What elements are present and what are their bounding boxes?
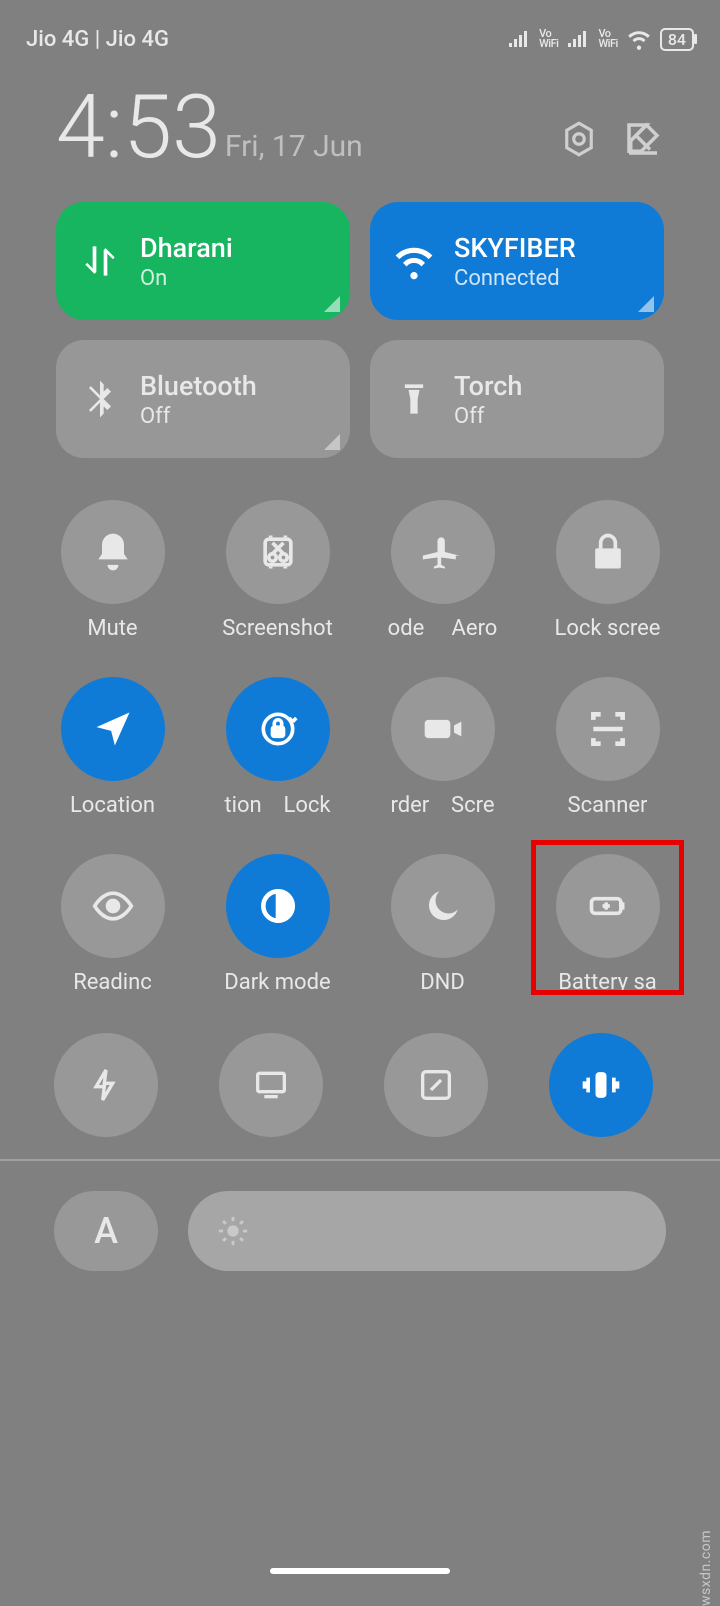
bell-icon [91, 530, 135, 574]
dnd-toggle[interactable]: DND [384, 854, 501, 995]
wifi-icon [392, 239, 436, 283]
mobile-data-tile[interactable]: Dharani On [56, 202, 350, 320]
rotate-lock-icon [256, 707, 300, 751]
tile-sub: Off [140, 404, 257, 429]
floating-window-toggle[interactable] [384, 1033, 488, 1137]
tile-title: Bluetooth [140, 370, 257, 402]
toggle-label: Battery sa [558, 970, 657, 995]
tile-title: SKYFIBER [454, 232, 576, 264]
lock-icon [586, 530, 630, 574]
clock-date: Fri, 17 Jun [225, 129, 363, 172]
wifi-icon [626, 26, 652, 52]
scanner-toggle[interactable]: Scanner [549, 677, 666, 818]
mute-toggle[interactable]: Mute [54, 500, 171, 641]
expand-icon[interactable] [324, 434, 340, 450]
tile-sub: Connected [454, 266, 576, 291]
toggle-label: DND [420, 970, 465, 995]
battery-text: 84 [668, 30, 686, 49]
toggle-label: Lock scree [555, 616, 661, 641]
cast-toggle[interactable] [219, 1033, 323, 1137]
power-toggle[interactable] [54, 1033, 158, 1137]
location-toggle[interactable]: Location [54, 677, 171, 818]
location-icon [91, 707, 135, 751]
airplane-icon [421, 530, 465, 574]
brightness-slider[interactable] [188, 1191, 666, 1271]
scanner-icon [586, 707, 630, 751]
expand-icon[interactable] [638, 296, 654, 312]
tile-title: Dharani [140, 232, 233, 264]
expand-icon[interactable] [324, 296, 340, 312]
moon-icon [421, 884, 465, 928]
monitor-icon [251, 1065, 291, 1105]
signal-icon-2 [566, 27, 590, 51]
mobile-data-icon [78, 239, 122, 283]
auto-brightness-label: A [94, 1210, 118, 1252]
toggle-label: Location [70, 793, 155, 818]
wifi-tile[interactable]: SKYFIBER Connected [370, 202, 664, 320]
airplane-toggle[interactable]: ode Aero [384, 500, 501, 641]
screenshot-toggle[interactable]: Screenshot [219, 500, 336, 641]
clock-time: 4:53 [56, 84, 221, 172]
settings-icon[interactable] [558, 118, 600, 164]
battery-indicator: 84 [660, 28, 694, 51]
bolt-icon [86, 1065, 126, 1105]
toggle-label: Readinc [73, 970, 152, 995]
vibrate-toggle[interactable] [549, 1033, 653, 1137]
toggle-label: Mute [87, 616, 137, 641]
battery-saver-toggle[interactable]: Battery sa [549, 854, 666, 995]
brightness-icon [216, 1214, 250, 1248]
battery-plus-icon [586, 884, 630, 928]
screen-recorder-toggle[interactable]: rder Scre [384, 677, 501, 818]
vibrate-icon [579, 1063, 623, 1107]
auto-rotate-lock-toggle[interactable]: tion Lock [219, 677, 336, 818]
window-icon [416, 1065, 456, 1105]
video-icon [421, 707, 465, 751]
toggle-label: Screenshot [222, 616, 333, 641]
reading-mode-toggle[interactable]: Readinc [54, 854, 171, 995]
toggle-label: rder Scre [390, 793, 494, 818]
edit-icon[interactable] [622, 118, 664, 164]
clock-row: 4:53 Fri, 17 Jun [0, 60, 720, 182]
watermark: wsxdn.com [698, 1530, 714, 1606]
dark-mode-toggle[interactable]: Dark mode [219, 854, 336, 995]
bluetooth-icon [78, 377, 122, 421]
toggle-label: Dark mode [224, 970, 330, 995]
status-icons: VoWiFi VoWiFi 84 [507, 26, 694, 52]
tile-title: Torch [454, 370, 522, 402]
nav-handle[interactable] [270, 1568, 450, 1574]
toggle-label: tion Lock [224, 793, 330, 818]
torch-tile[interactable]: Torch Off [370, 340, 664, 458]
vowifi-icon: VoWiFi [539, 29, 558, 49]
signal-icon [507, 27, 531, 51]
status-bar: Jio 4G | Jio 4G VoWiFi VoWiFi 84 [0, 0, 720, 60]
vowifi-icon-2: VoWiFi [598, 29, 617, 49]
dark-mode-icon [256, 884, 300, 928]
auto-brightness-toggle[interactable]: A [54, 1191, 158, 1271]
toggle-label: ode Aero [388, 616, 498, 641]
bluetooth-tile[interactable]: Bluetooth Off [56, 340, 350, 458]
eye-icon [91, 884, 135, 928]
torch-icon [392, 377, 436, 421]
toggle-label: Scanner [568, 793, 648, 818]
lock-screen-toggle[interactable]: Lock scree [549, 500, 666, 641]
carrier-label: Jio 4G | Jio 4G [26, 27, 169, 52]
tile-sub: On [140, 266, 233, 291]
tile-sub: Off [454, 404, 522, 429]
scissors-icon [256, 530, 300, 574]
